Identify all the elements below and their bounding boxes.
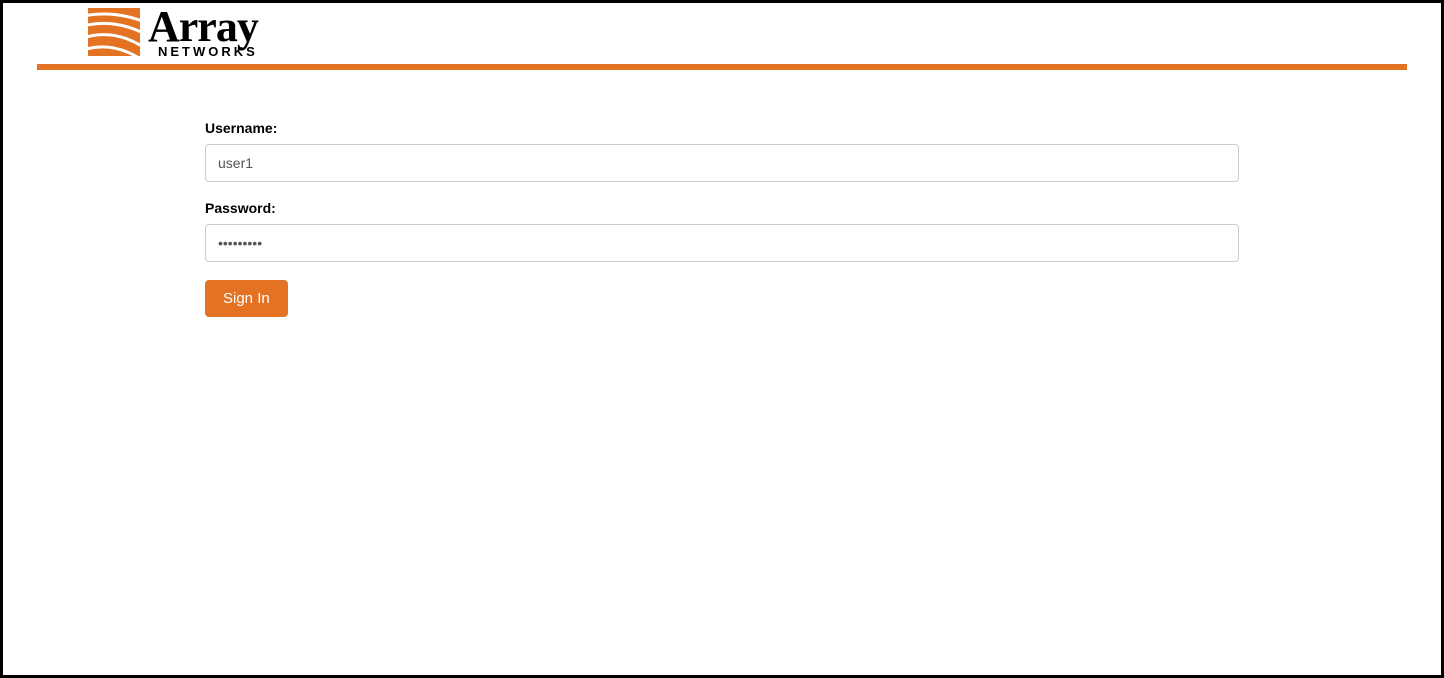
password-input[interactable] (205, 224, 1239, 262)
signin-button[interactable]: Sign In (205, 280, 288, 317)
header-accent-bar (37, 64, 1407, 70)
brand-text: Array NETWORKS (148, 5, 258, 58)
login-form: Username: Password: Sign In (195, 120, 1249, 317)
brand-name: Array (148, 5, 258, 49)
brand-subtitle: NETWORKS (148, 45, 258, 58)
password-label: Password: (205, 200, 1239, 216)
header: Array NETWORKS (3, 3, 1441, 70)
username-group: Username: (205, 120, 1239, 182)
brand-logo: Array NETWORKS (88, 5, 1441, 58)
password-group: Password: (205, 200, 1239, 262)
username-label: Username: (205, 120, 1239, 136)
array-logo-icon (88, 8, 140, 56)
username-input[interactable] (205, 144, 1239, 182)
